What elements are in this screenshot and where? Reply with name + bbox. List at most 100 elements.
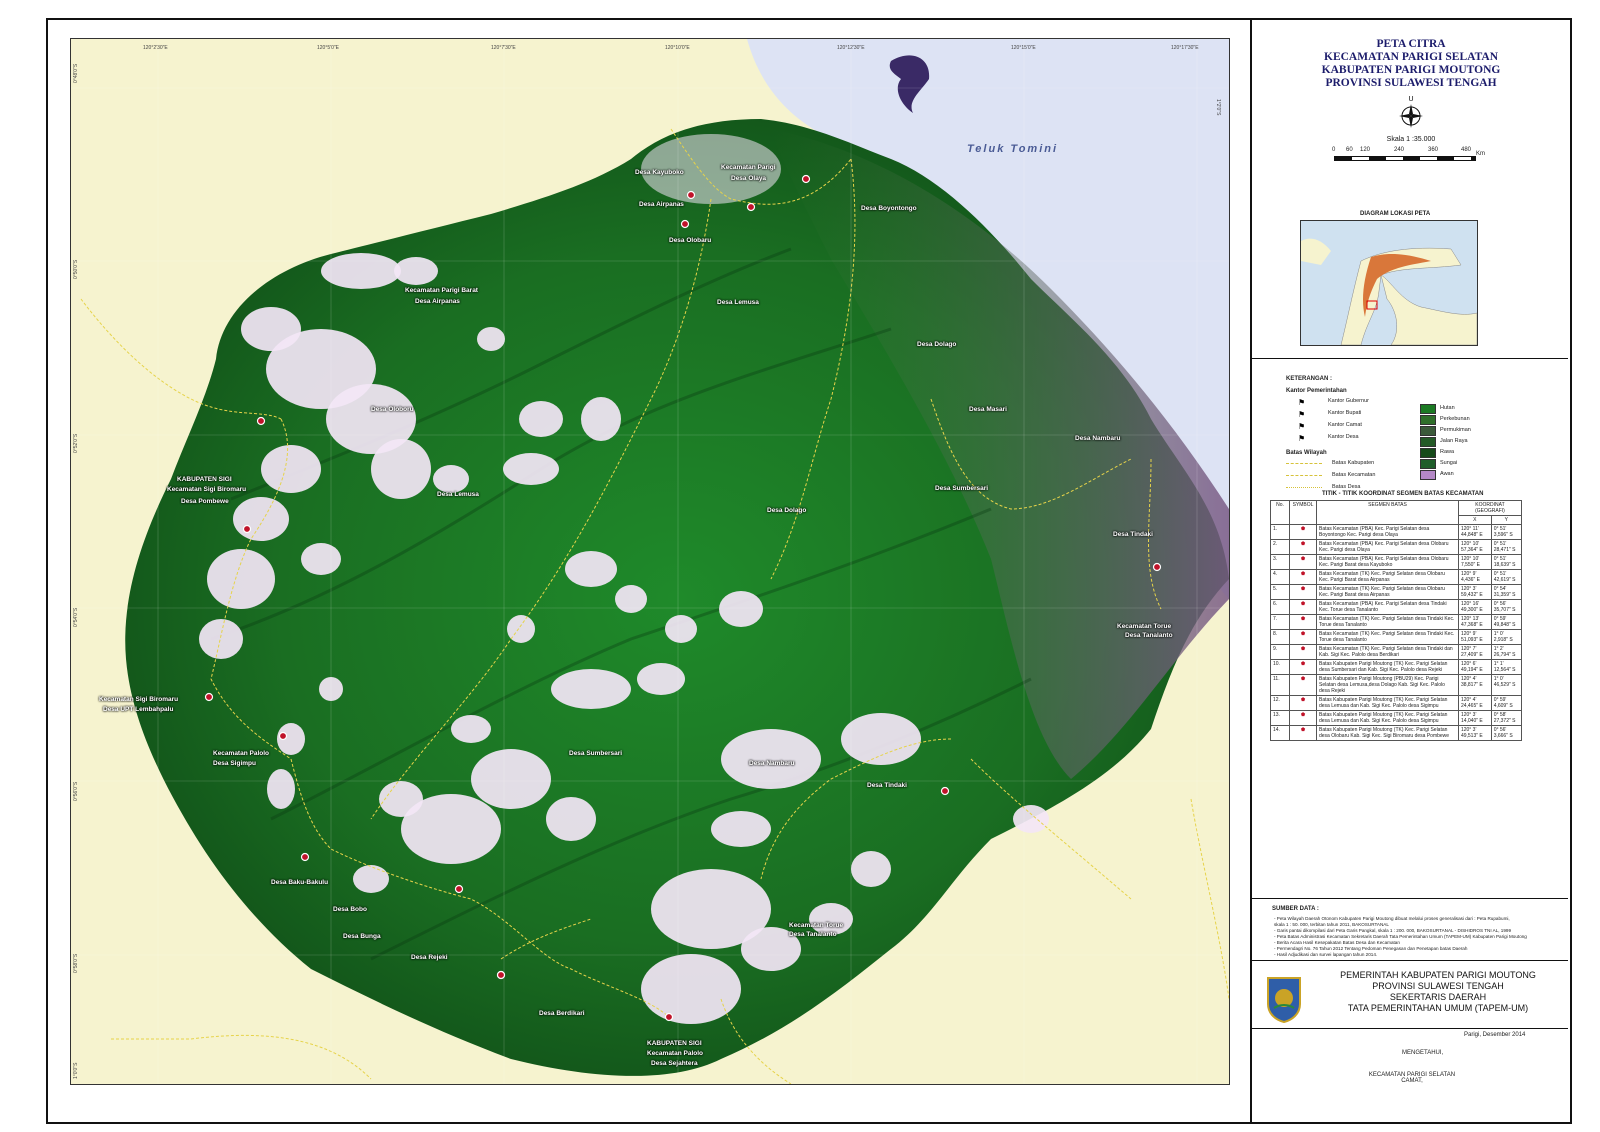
north-arrow: U (1252, 96, 1570, 134)
row-x: 120° 4' 24,465" E (1457, 695, 1492, 711)
place-label[interactable]: Desa Tindaki (1113, 531, 1153, 538)
row-x: 120° 10' 7,550" E (1457, 554, 1492, 570)
place-label[interactable]: Desa Airpanas (639, 201, 684, 208)
place-label[interactable]: KABUPATEN SIGI (647, 1040, 702, 1047)
gov-section (1252, 960, 1568, 961)
place-label[interactable]: Desa Tindaki (867, 782, 907, 789)
place-label[interactable]: Desa Sejahtera (651, 1060, 698, 1067)
legend-swatch (1420, 415, 1436, 425)
row-y: 0° 51' 42,619" S (1490, 569, 1523, 585)
place-label[interactable]: Desa Bobo (333, 906, 367, 913)
satellite-map[interactable]: Teluk Tomini 120°2'30"E 120°5'0"E 120°7'… (70, 38, 1230, 1085)
legend-item: Sungai (1440, 460, 1458, 466)
legend-item: Perkebunan (1440, 416, 1470, 422)
place-label[interactable]: Desa Masari (969, 406, 1007, 413)
table-row: 7. ⬟ Batas Kecamatan (TK) Kec. Parigi Sela… (1270, 614, 1523, 630)
place-label[interactable]: Desa Rejeki (411, 954, 448, 961)
place-label[interactable]: Desa Olobaru (669, 237, 711, 244)
legend-item: Permukiman (1440, 427, 1471, 433)
place-label[interactable]: Desa Dolago (767, 507, 806, 514)
row-x: 120° 3' 59,432" E (1457, 584, 1492, 600)
place-label[interactable]: Desa Sumbersari (569, 750, 622, 757)
place-label[interactable]: Desa Sumbersari (935, 485, 988, 492)
row-symbol: ⬟ (1289, 695, 1317, 711)
place-label[interactable]: KABUPATEN SIGI (177, 476, 232, 483)
row-symbol: ⬟ (1289, 524, 1317, 540)
row-y: 0° 56' 3,666" S (1490, 725, 1523, 741)
place-label[interactable]: Kecamatan Palolo (213, 750, 269, 757)
table-row: 5. ⬟ Batas Kecamatan (TK) Kec. Parigi Sela… (1270, 584, 1523, 600)
legend-swatch (1420, 470, 1436, 480)
row-x: 120° 4' 38,817" E (1457, 674, 1492, 696)
map-sheet: Teluk Tomini 120°2'30"E 120°5'0"E 120°7'… (46, 18, 1572, 1124)
legend-item: Batas Desa (1332, 484, 1361, 490)
row-no: 5. (1270, 584, 1290, 600)
place-label[interactable]: Desa Kayuboko (635, 169, 684, 176)
place-label[interactable]: Desa Nambaru (749, 760, 795, 767)
row-y: 0° 51' 18,639" S (1490, 554, 1523, 570)
place-label[interactable]: Desa Oloboru (371, 406, 414, 413)
row-x: 120° 3' 49,513" E (1457, 725, 1492, 741)
table-row: 14. ⬟ Batas Kabupaten Parigi Moutong (TK) … (1270, 725, 1523, 741)
legend-gov-title: Kantor Pemerintahan (1286, 388, 1347, 394)
point-symbol-icon: ⬟ (1300, 556, 1306, 562)
place-label[interactable]: Desa Boyontongo (861, 205, 917, 212)
point-symbol-icon: ⬟ (1300, 601, 1306, 607)
row-segment: Batas Kecamatan (TK) Kec. Parigi Selatan… (1316, 569, 1459, 585)
legend-swatch (1420, 426, 1436, 436)
place-label[interactable]: Desa Baku-Bakulu (271, 879, 328, 886)
place-label[interactable]: Kecamatan Sigi Biromaru (99, 696, 178, 703)
place-label[interactable]: Desa UPT Lembahpalu (103, 706, 173, 713)
table-row: 8. ⬟ Batas Kecamatan (TK) Kec. Parigi Sela… (1270, 629, 1523, 645)
row-symbol: ⬟ (1289, 614, 1317, 630)
coord-table-wrap: No. SYMBOL SEGMEN BATAS KOORDINAT (GEOGR… (1270, 500, 1523, 741)
place-label[interactable]: Desa Lemusa (717, 299, 759, 306)
row-symbol: ⬟ (1289, 725, 1317, 741)
tick-top: 120°15'0"E (1011, 45, 1036, 51)
place-label[interactable]: Kecamatan Torue (789, 922, 843, 929)
title-line: PETA CITRA (1376, 38, 1446, 50)
place-label[interactable]: Desa Olaya (731, 175, 766, 182)
place-label[interactable]: Kecamatan Parigi (721, 164, 776, 171)
place-label[interactable]: Desa Bunga (343, 933, 381, 940)
place-label[interactable]: Desa Sigimpu (213, 760, 256, 767)
row-symbol: ⬟ (1289, 710, 1317, 726)
row-no: 10. (1270, 659, 1290, 675)
point-symbol-icon: ⬟ (1300, 727, 1306, 733)
place-label[interactable]: Desa Nambaru (1075, 435, 1121, 442)
table-row: 2. ⬟ Batas Kecamatan (PBA) Kec. Parigi Sel… (1270, 539, 1523, 555)
coord-header: SYMBOL (1289, 500, 1317, 525)
title-line: PROVINSI SULAWESI TENGAH (1325, 77, 1497, 89)
point-symbol-icon: ⬟ (1300, 526, 1306, 532)
row-y: 0° 59' 49,848" S (1490, 614, 1523, 630)
legend-item: Jalan Raya (1440, 438, 1468, 444)
legend-item: Batas Kecamatan (1332, 472, 1376, 478)
row-x: 120° 10' 57,364" E (1457, 539, 1492, 555)
row-symbol: ⬟ (1289, 569, 1317, 585)
flag-icon: ⚑ (1298, 422, 1306, 431)
row-no: 8. (1270, 629, 1290, 645)
signature-section (1252, 1028, 1568, 1029)
gov-line: PEMERINTAH KABUPATEN PARIGI MOUTONG (1340, 970, 1536, 980)
point-symbol-icon: ⬟ (1300, 631, 1306, 637)
mengetahui-text: MENGETAHUI, (1402, 1050, 1444, 1056)
place-label[interactable]: Desa Tanalanto (1125, 632, 1173, 639)
place-label[interactable]: Desa Lemusa (437, 491, 479, 498)
place-label[interactable]: Kecamatan Sigi Biromaru (167, 486, 246, 493)
row-symbol: ⬟ (1289, 599, 1317, 615)
place-label[interactable]: Desa Airpanas (415, 298, 460, 305)
row-y: 1° 0' 46,529" S (1490, 674, 1523, 696)
legend-item: Kantor Bupati (1328, 410, 1362, 416)
tick-top: 120°10'0"E (665, 45, 690, 51)
place-label[interactable]: Desa Dolago (917, 341, 956, 348)
place-label[interactable]: Desa Pombewe (181, 498, 229, 505)
place-label[interactable]: Kecamatan Torue (1117, 623, 1171, 630)
tick-right: 1°2'0"S (1215, 99, 1221, 116)
location-diagram (1300, 220, 1478, 346)
scale-tick: 360 (1428, 147, 1439, 153)
place-label[interactable]: Kecamatan Parigi Barat (405, 287, 478, 294)
place-label[interactable]: Desa Tanalanto (789, 931, 837, 938)
tick-top: 120°7'30"E (491, 45, 516, 51)
place-label[interactable]: Desa Berdikari (539, 1010, 585, 1017)
place-label[interactable]: Kecamatan Palolo (647, 1050, 703, 1057)
